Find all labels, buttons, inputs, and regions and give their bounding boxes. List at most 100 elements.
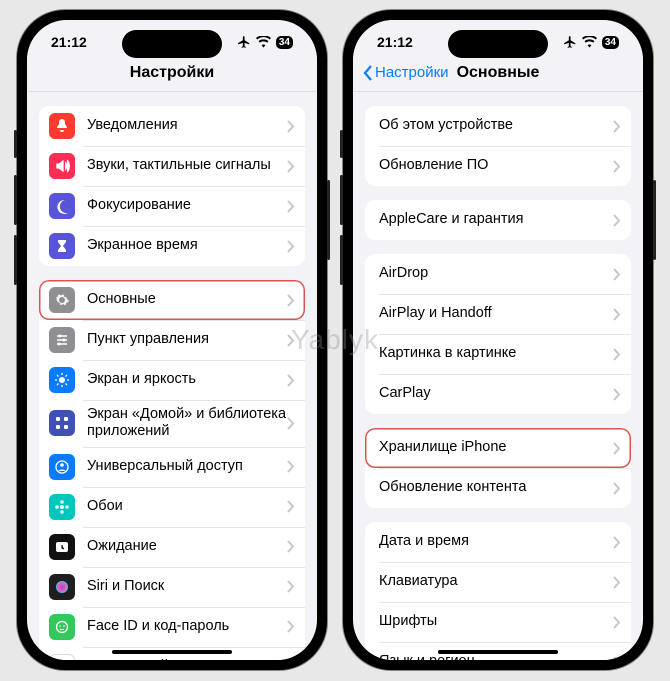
settings-list[interactable]: Уведомления Звуки, тактильные сигналы Фоку…	[27, 92, 317, 660]
phone-left: 21:12 34 Настройки УведомленияЗвуки, так…	[17, 10, 327, 670]
page-title: Настройки	[130, 64, 214, 82]
row-applecare[interactable]: AppleCare и гарантия	[365, 200, 631, 240]
row-fonts[interactable]: Шрифты	[365, 602, 631, 642]
chevron-right-icon	[613, 616, 621, 629]
row-faceid[interactable]: Face ID и код-пароль	[39, 607, 305, 647]
chevron-right-icon	[613, 536, 621, 549]
chevron-right-icon	[287, 500, 295, 513]
chevron-right-icon	[613, 442, 621, 455]
row-general[interactable]: Основные	[39, 280, 305, 320]
row-label: Основные	[87, 291, 287, 308]
row-label: Клавиатура	[375, 573, 613, 590]
chevron-right-icon	[613, 576, 621, 589]
row-storage[interactable]: Хранилище iPhone	[365, 428, 631, 468]
page-title: Основные	[457, 64, 540, 82]
row-label: Экстренный вызов — SOS	[87, 658, 287, 660]
row-label: Ожидание	[87, 538, 287, 555]
row-label: Экранное время	[87, 237, 287, 254]
general-list[interactable]: Об этом устройстве Обновление ПО AppleCare…	[353, 92, 643, 660]
row-keyboard[interactable]: Клавиатура	[365, 562, 631, 602]
chevron-right-icon	[613, 482, 621, 495]
wifi-icon	[582, 36, 597, 48]
chevron-right-icon	[287, 120, 295, 133]
row-wallpaper[interactable]: Обои	[39, 487, 305, 527]
sos-icon: SOS	[49, 654, 75, 660]
chevron-left-icon	[363, 65, 373, 81]
dynamic-island	[122, 30, 222, 58]
row-label: Хранилище iPhone	[375, 439, 613, 456]
chevron-right-icon	[613, 268, 621, 281]
bell-icon	[49, 113, 75, 139]
chevron-right-icon	[613, 160, 621, 173]
row-display[interactable]: Экран и яркость	[39, 360, 305, 400]
row-label: AirDrop	[375, 265, 613, 282]
row-label: Язык и регион	[375, 653, 613, 660]
row-label: AppleCare и гарантия	[375, 211, 613, 228]
row-label: Шрифты	[375, 613, 613, 630]
home-indicator[interactable]	[438, 650, 558, 654]
row-label: Звуки, тактильные сигналы	[87, 157, 287, 174]
row-label: Экран и яркость	[87, 371, 287, 388]
airplane-icon	[563, 35, 577, 49]
row-label: Siri и Поиск	[87, 578, 287, 595]
row-carplay[interactable]: CarPlay	[365, 374, 631, 414]
row-airdrop[interactable]: AirDrop	[365, 254, 631, 294]
row-sounds[interactable]: Звуки, тактильные сигналы	[39, 146, 305, 186]
row-notifications[interactable]: Уведомления	[39, 106, 305, 146]
row-standby[interactable]: Ожидание	[39, 527, 305, 567]
row-pip[interactable]: Картинка в картинке	[365, 334, 631, 374]
chevron-right-icon	[613, 656, 621, 661]
row-label: Face ID и код-пароль	[87, 618, 287, 635]
chevron-right-icon	[287, 240, 295, 253]
sliders-icon	[49, 327, 75, 353]
sun-icon	[49, 367, 75, 393]
chevron-right-icon	[287, 460, 295, 473]
phone-right: 21:12 34 Настройки Основные Об этом устр…	[343, 10, 653, 670]
hourglass-icon	[49, 233, 75, 259]
row-screentime[interactable]: Экранное время	[39, 226, 305, 266]
siri-icon	[49, 574, 75, 600]
status-time: 21:12	[377, 34, 413, 50]
row-airplay[interactable]: AirPlay и Handoff	[365, 294, 631, 334]
row-siri[interactable]: Siri и Поиск	[39, 567, 305, 607]
chevron-right-icon	[287, 200, 295, 213]
status-time: 21:12	[51, 34, 87, 50]
row-update[interactable]: Обновление ПО	[365, 146, 631, 186]
row-home[interactable]: Экран «Домой» и библиотека приложений	[39, 400, 305, 447]
flower-icon	[49, 494, 75, 520]
chevron-right-icon	[287, 540, 295, 553]
row-label: Об этом устройстве	[375, 117, 613, 134]
back-button[interactable]: Настройки	[363, 64, 449, 81]
row-label: Фокусирование	[87, 197, 287, 214]
dynamic-island	[448, 30, 548, 58]
row-control[interactable]: Пункт управления	[39, 320, 305, 360]
row-label: Дата и время	[375, 533, 613, 550]
gear-icon	[49, 287, 75, 313]
chevron-right-icon	[287, 334, 295, 347]
chevron-right-icon	[287, 160, 295, 173]
clock-icon	[49, 534, 75, 560]
row-focus[interactable]: Фокусирование	[39, 186, 305, 226]
battery-level: 34	[602, 36, 619, 49]
chevron-right-icon	[613, 120, 621, 133]
chevron-right-icon	[287, 580, 295, 593]
row-access[interactable]: Универсальный доступ	[39, 447, 305, 487]
row-label: Экран «Домой» и библиотека приложений	[87, 406, 287, 441]
row-label: Картинка в картинке	[375, 345, 613, 362]
row-label: Обновление контента	[375, 479, 613, 496]
row-about[interactable]: Об этом устройстве	[365, 106, 631, 146]
row-label: Обновление ПО	[375, 157, 613, 174]
home-indicator[interactable]	[112, 650, 232, 654]
row-bgrefresh[interactable]: Обновление контента	[365, 468, 631, 508]
grid-icon	[49, 410, 75, 436]
chevron-right-icon	[287, 374, 295, 387]
chevron-right-icon	[287, 417, 295, 430]
back-label: Настройки	[375, 64, 449, 81]
chevron-right-icon	[613, 388, 621, 401]
row-label: Универсальный доступ	[87, 458, 287, 475]
row-datetime[interactable]: Дата и время	[365, 522, 631, 562]
airplane-icon	[237, 35, 251, 49]
chevron-right-icon	[613, 348, 621, 361]
nav-bar: Настройки	[27, 54, 317, 92]
row-label: Уведомления	[87, 117, 287, 134]
